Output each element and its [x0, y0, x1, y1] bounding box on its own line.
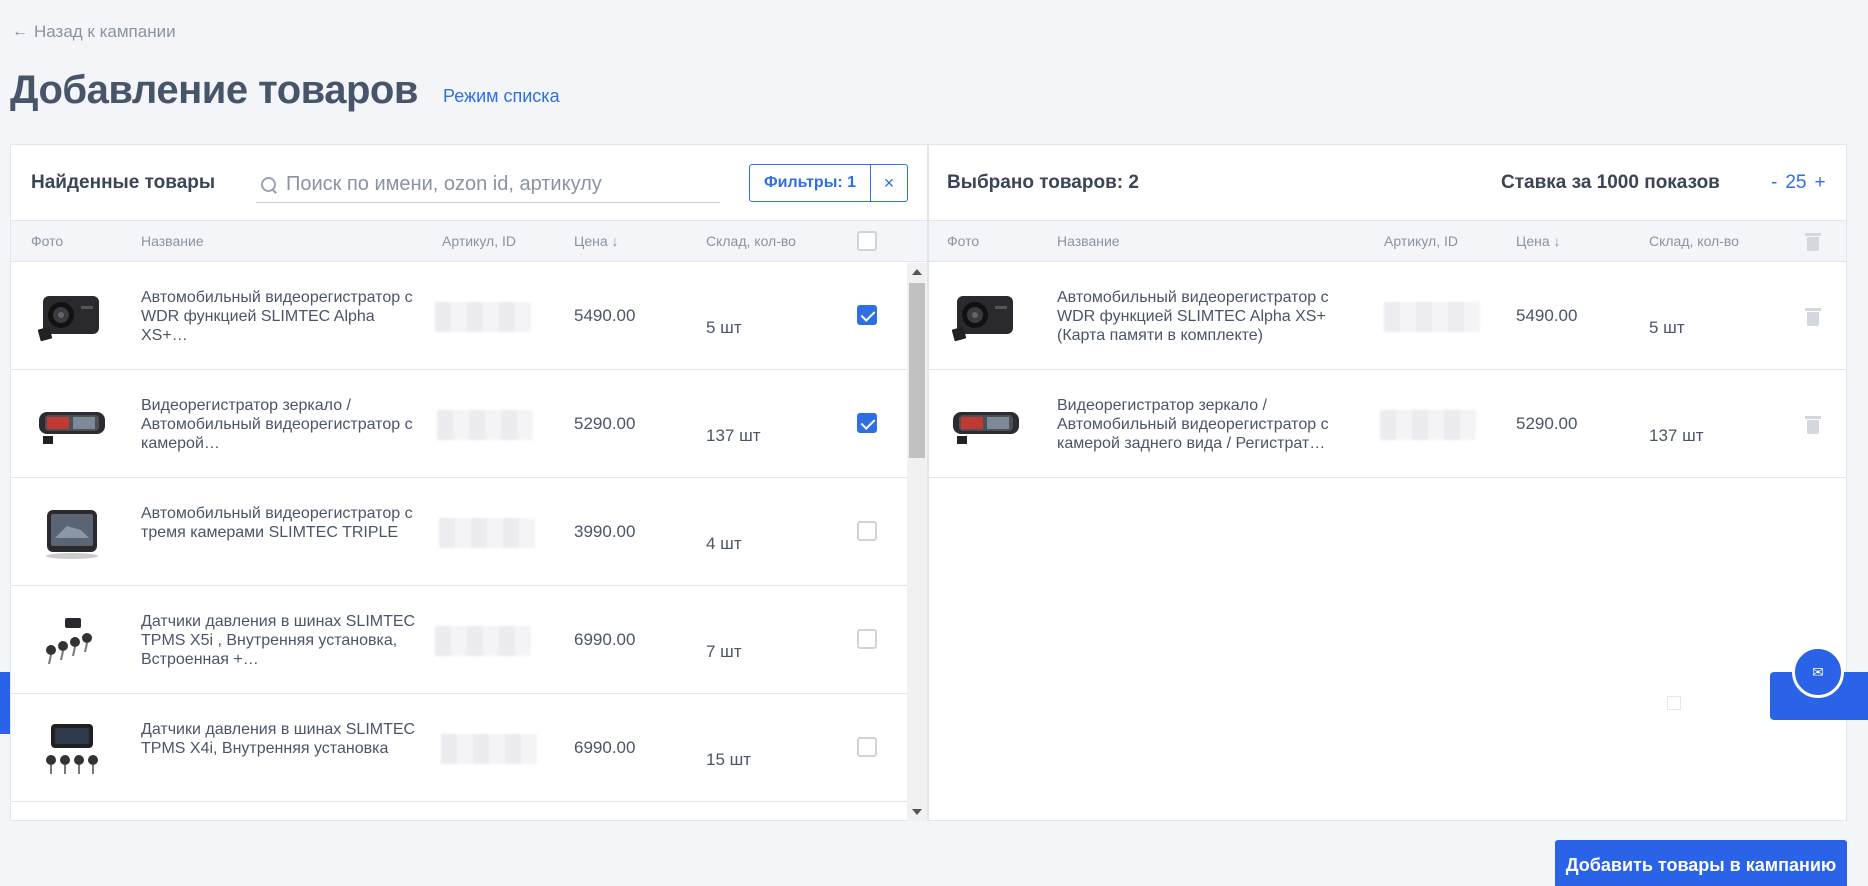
product-price: 6990.00 — [574, 630, 636, 649]
product-stock: 137 шт — [1649, 426, 1704, 445]
bid-label: Ставка за 1000 показов — [1501, 171, 1720, 193]
product-tpms-display-image — [46, 724, 98, 774]
product-stock: 7 шт — [706, 642, 742, 661]
found-products-panel: Найденные товары Фильтры: 1 × Фото Назва… — [10, 144, 928, 821]
product-sku-blurred — [435, 626, 531, 656]
back-link-label: Назад к кампании — [34, 22, 176, 41]
column-sku: Артикул, ID — [442, 233, 516, 249]
list-mode-link[interactable]: Режим списка — [443, 86, 560, 107]
column-price-sort[interactable]: Цена ↓ — [574, 233, 619, 249]
product-name: Видеорегистратор зеркало / Автомобильный… — [1057, 397, 1329, 452]
left-side-tab[interactable] — [0, 672, 10, 734]
product-tpms-sensors-image — [46, 618, 92, 665]
trash-icon[interactable] — [1805, 414, 1821, 434]
ghost-checkbox — [1667, 696, 1681, 710]
trash-icon[interactable] — [1805, 306, 1821, 326]
product-stock: 4 шт — [706, 534, 742, 553]
scrollbar-thumb[interactable] — [909, 283, 925, 458]
product-checkbox[interactable] — [857, 737, 877, 757]
product-sku-blurred — [439, 518, 535, 548]
column-sku: Артикул, ID — [1384, 233, 1458, 249]
product-sku-blurred — [437, 410, 533, 440]
product-sku-blurred — [441, 734, 537, 764]
bid-stepper: - 25 + — [1771, 172, 1826, 194]
column-name: Название — [141, 233, 204, 249]
product-mirror-recorder-image — [39, 412, 105, 444]
product-stock: 15 шт — [706, 750, 752, 769]
product-name: Видеорегистратор зеркало / Автомобильный… — [141, 397, 413, 452]
product-name: Автомобильный видеорегистратор с WDR фун… — [1057, 289, 1329, 344]
column-photo: Фото — [31, 233, 64, 249]
product-checkbox[interactable] — [857, 521, 877, 541]
add-products-to-campaign-button[interactable]: Добавить товары в кампанию — [1555, 840, 1847, 886]
found-products-column-header: Фото Название Артикул, ID Цена ↓ Склад, … — [11, 221, 927, 262]
product-checkbox[interactable] — [857, 305, 877, 325]
table-row: Автомобильный видеорегистратор с тремя к… — [11, 478, 927, 586]
filters-button[interactable]: Фильтры: 1 — [750, 165, 872, 201]
product-sku-blurred — [435, 302, 531, 332]
product-stock: 5 шт — [706, 318, 742, 337]
found-products-list: Автомобильный видеорегистратор с WDR фун… — [11, 262, 927, 820]
product-price: 5490.00 — [1516, 306, 1578, 325]
product-price: 6990.00 — [574, 738, 636, 757]
table-row: Датчики давления в шинах SLIMTEC TPMS X5… — [11, 586, 927, 694]
selected-count: Выбрано товаров: 2 — [947, 171, 1139, 193]
selected-products-panel: Выбрано товаров: 2 Ставка за 1000 показо… — [928, 144, 1847, 821]
page-title: Добавление товаров — [10, 68, 418, 112]
product-price: 5290.00 — [1516, 414, 1578, 433]
product-name: Датчики давления в шинах SLIMTEC TPMS X5… — [141, 613, 416, 668]
product-dashcam-image — [37, 296, 99, 342]
product-price: 5290.00 — [574, 414, 636, 433]
table-row: Автомобильный видеорегистратор с WDR фун… — [929, 262, 1846, 370]
chat-widget-icon[interactable]: ✉ — [1792, 646, 1844, 698]
product-sku-blurred — [1380, 410, 1476, 440]
table-row: Датчики давления в шинах SLIMTEC TPMS X4… — [11, 694, 927, 802]
table-row: Видеорегистратор зеркало / Автомобильный… — [929, 370, 1846, 478]
search-input[interactable] — [286, 173, 706, 196]
product-sku-blurred — [1384, 302, 1480, 332]
back-to-campaign-link[interactable]: ← Назад к кампании — [12, 22, 176, 42]
product-stock: 137 шт — [706, 426, 761, 445]
filters-control: Фильтры: 1 × — [749, 164, 909, 202]
column-stock: Склад, кол-во — [1649, 233, 1739, 249]
selected-products-column-header: Фото Название Артикул, ID Цена ↓ Склад, … — [929, 221, 1846, 262]
column-price-sort[interactable]: Цена ↓ — [1516, 233, 1561, 249]
product-search — [256, 167, 720, 203]
bid-decrease-button[interactable]: - — [1771, 172, 1777, 194]
bid-value[interactable]: 25 — [1785, 172, 1806, 194]
selected-products-list: Автомобильный видеорегистратор с WDR фун… — [929, 262, 1846, 820]
column-name: Название — [1057, 233, 1120, 249]
product-name: Датчики давления в шинах SLIMTEC TPMS X4… — [141, 721, 416, 757]
column-stock: Склад, кол-во — [706, 233, 796, 249]
search-icon — [260, 176, 278, 194]
product-name: Автомобильный видеорегистратор с тремя к… — [141, 505, 413, 541]
list-scrollbar[interactable] — [907, 263, 927, 821]
trash-all-icon[interactable] — [1805, 231, 1821, 251]
product-price: 3990.00 — [574, 522, 636, 541]
product-dashcam-image — [951, 296, 1013, 342]
found-products-header: Найденные товары Фильтры: 1 × — [11, 145, 927, 221]
column-photo: Фото — [947, 233, 980, 249]
product-checkbox[interactable] — [857, 413, 877, 433]
clear-filters-icon[interactable]: × — [871, 165, 907, 201]
product-mirror-recorder-image — [953, 412, 1019, 444]
select-all-checkbox[interactable] — [857, 231, 877, 251]
selected-products-header: Выбрано товаров: 2 Ставка за 1000 показо… — [929, 145, 1846, 221]
product-triple-camera-image — [46, 510, 98, 559]
product-name: Автомобильный видеорегистратор с WDR фун… — [141, 289, 413, 344]
scroll-down-icon[interactable] — [912, 809, 922, 815]
table-row: Видеорегистратор зеркало / Автомобильный… — [11, 370, 927, 478]
product-checkbox[interactable] — [857, 629, 877, 649]
product-stock: 5 шт — [1649, 318, 1685, 337]
table-row: Автомобильный видеорегистратор с WDR фун… — [11, 262, 927, 370]
bid-increase-button[interactable]: + — [1814, 172, 1825, 194]
scroll-up-icon[interactable] — [912, 269, 922, 275]
found-products-title: Найденные товары — [31, 171, 216, 193]
product-price: 5490.00 — [574, 306, 636, 325]
arrow-left-icon: ← — [12, 23, 28, 40]
